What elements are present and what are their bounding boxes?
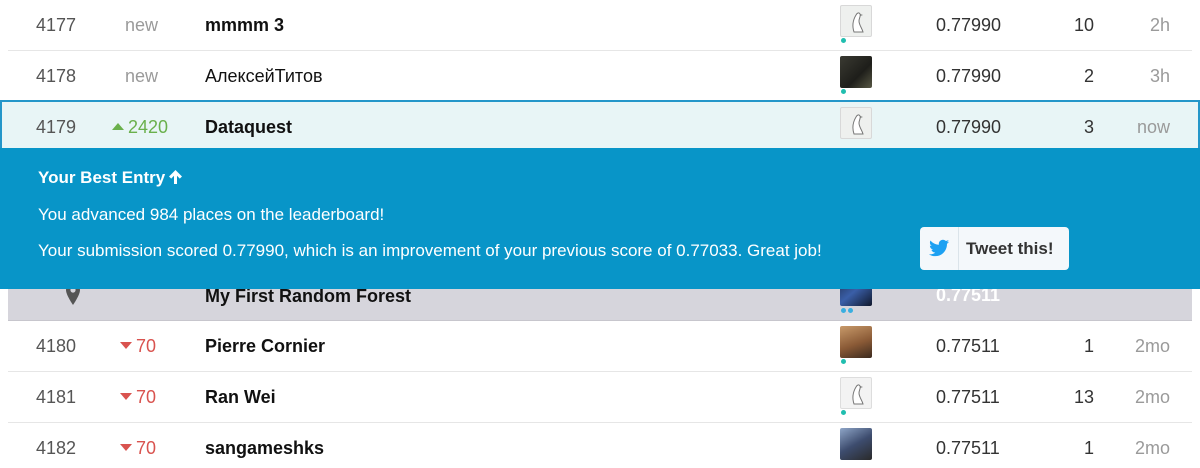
tier-indicator	[841, 308, 846, 313]
entries-cell: 1	[1083, 336, 1094, 356]
rank-change: new	[125, 15, 159, 35]
score-cell: 0.77990	[936, 66, 1002, 86]
team-name-link[interactable]: Ran Wei	[205, 372, 805, 423]
team-name-link[interactable]: Dataquest	[205, 102, 805, 153]
entries-cell: 2	[1083, 66, 1094, 86]
tier-indicator	[841, 89, 846, 94]
team-avatar[interactable]	[840, 326, 872, 358]
down-arrow-icon	[120, 443, 132, 451]
leaderboard-row[interactable]: 4180 70 Pierre Cornier 0.77511 1 2mo	[8, 321, 1192, 372]
banner-score-text: Your submission scored 0.77990, which is…	[38, 241, 822, 260]
tweet-this-label: Tweet this!	[966, 239, 1054, 258]
team-avatar[interactable]	[840, 5, 872, 37]
rank-change: 70	[120, 372, 200, 423]
entries-cell: 13	[1073, 387, 1094, 407]
leaderboard-row[interactable]: 4181 70 Ran Wei 0.77511 13 2mo	[8, 372, 1192, 423]
banner-title-text: Your Best Entry	[38, 168, 166, 187]
entries-cell: 1	[1083, 438, 1094, 458]
team-avatar[interactable]	[840, 377, 872, 409]
rank-change-value: 2420	[128, 117, 169, 137]
leaderboard-row[interactable]: 4178 new АлексейТитов 0.77990 2 3h	[8, 51, 1192, 102]
banner-title: Your Best Entry	[38, 168, 183, 188]
rank-change: 2420	[112, 102, 192, 153]
rank-cell: 4178	[36, 66, 77, 86]
twitter-bird-icon	[928, 237, 950, 259]
rank-cell: 4180	[36, 336, 77, 356]
banner-advance-text: You advanced 984 places on the leaderboa…	[38, 205, 385, 224]
goose-icon	[852, 114, 864, 135]
entries-cell: 3	[1083, 117, 1094, 137]
rank-change-value: 70	[136, 387, 157, 407]
last-submission-cell: 2mo	[1134, 336, 1170, 356]
tier-indicator	[841, 38, 846, 43]
last-submission-cell: 3h	[1149, 66, 1170, 86]
rank-change: new	[125, 66, 159, 86]
score-cell: 0.77990	[936, 15, 1002, 35]
team-name-link[interactable]: sangameshks	[205, 423, 805, 468]
last-submission-cell: now	[1136, 117, 1170, 137]
rank-change-value: 70	[136, 336, 157, 356]
score-cell: 0.77511	[936, 336, 1000, 356]
rank-change: 70	[120, 321, 200, 372]
rank-change: 70	[120, 423, 200, 468]
arrow-up-icon	[169, 168, 183, 188]
team-name-link[interactable]: mmmm 3	[205, 0, 805, 51]
rank-change-value: 70	[136, 438, 157, 458]
tier-indicator	[848, 308, 853, 313]
last-submission-cell: 2h	[1149, 15, 1170, 35]
goose-icon	[852, 384, 864, 405]
team-name-link[interactable]: Pierre Cornier	[205, 321, 805, 372]
team-name-link[interactable]: АлексейТитов	[205, 51, 805, 102]
score-cell: 0.77990	[936, 117, 1002, 137]
button-divider	[958, 227, 959, 270]
team-avatar[interactable]	[840, 428, 872, 460]
down-arrow-icon	[120, 392, 132, 400]
goose-icon	[852, 12, 864, 33]
score-cell: 0.77511	[936, 438, 1000, 458]
leaderboard-row-current[interactable]: 4179 2420 Dataquest 0.77990 3 now	[0, 100, 1200, 151]
team-avatar[interactable]	[840, 107, 872, 139]
leaderboard-row[interactable]: 4177 new mmmm 3 0.77990 10 2h	[8, 0, 1192, 51]
last-submission-cell: 2mo	[1134, 387, 1170, 407]
score-cell: 0.77511	[936, 387, 1000, 407]
up-arrow-icon	[112, 122, 124, 130]
entries-cell: 10	[1073, 15, 1094, 35]
tier-indicator	[841, 410, 846, 415]
rank-cell: 4182	[36, 438, 77, 458]
down-arrow-icon	[120, 341, 132, 349]
team-avatar[interactable]	[840, 56, 872, 88]
last-submission-cell: 2mo	[1134, 438, 1170, 458]
tweet-this-button[interactable]: Tweet this!	[920, 227, 1069, 270]
rank-cell: 4181	[36, 387, 77, 407]
rank-cell: 4177	[36, 15, 77, 35]
leaderboard-row[interactable]: 4182 70 sangameshks 0.77511 1 2mo	[8, 423, 1192, 468]
rank-cell: 4179	[36, 117, 77, 137]
tier-indicator	[841, 359, 846, 364]
